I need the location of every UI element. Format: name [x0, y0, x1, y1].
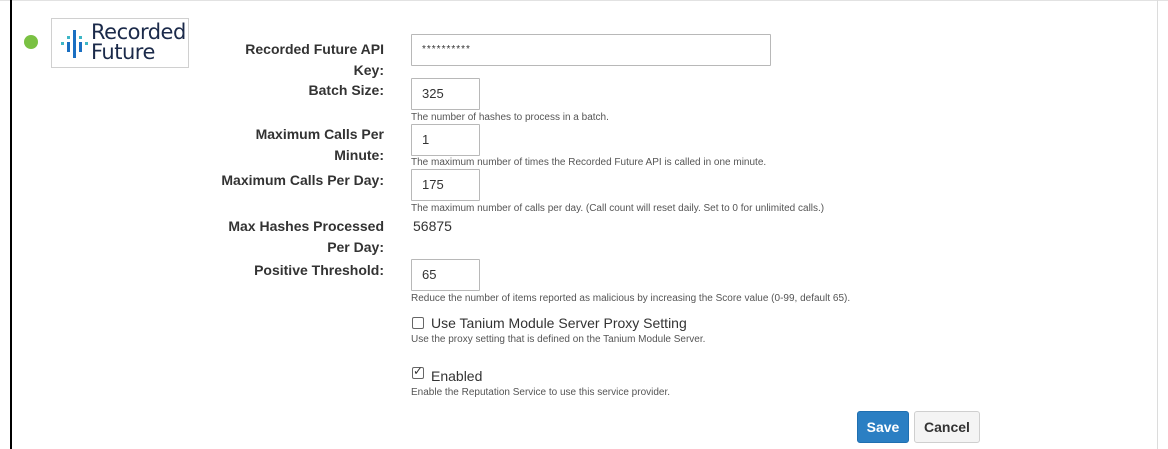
positive-threshold-input[interactable]: 65 — [411, 259, 480, 291]
max-calls-day-label: Maximum Calls Per Day: — [221, 172, 384, 188]
batch-size-help: The number of hashes to process in a bat… — [411, 112, 609, 123]
max-calls-minute-input[interactable]: 1 — [411, 124, 480, 156]
proxy-help: Use the proxy setting that is defined on… — [411, 334, 706, 345]
max-calls-day-input[interactable]: 175 — [411, 169, 480, 201]
enabled-checkbox[interactable]: ✓ — [412, 364, 424, 379]
right-border — [1157, 0, 1158, 449]
proxy-checkbox-label[interactable]: Use Tanium Module Server Proxy Setting — [431, 315, 687, 331]
proxy-checkbox[interactable] — [412, 317, 424, 329]
recorded-future-logo-icon — [61, 30, 88, 58]
save-button[interactable]: Save — [857, 411, 909, 443]
cancel-button[interactable]: Cancel — [914, 411, 980, 443]
api-key-label: Recorded Future API Key: — [245, 41, 384, 78]
max-calls-day-help: The maximum number of calls per day. (Ca… — [411, 203, 825, 214]
max-calls-minute-label: Maximum Calls Per Minute: — [255, 126, 384, 163]
logo-text-line1: Recorded — [91, 20, 186, 44]
api-key-input[interactable]: ********** — [411, 34, 771, 66]
max-hashes-label: Max Hashes Processed Per Day: — [228, 218, 384, 255]
enabled-help: Enable the Reputation Service to use thi… — [411, 387, 671, 398]
recorded-future-logo: Recorded Future — [51, 18, 189, 68]
batch-size-label: Batch Size: — [308, 82, 384, 98]
top-divider — [0, 0, 1168, 1]
enabled-checkbox-label[interactable]: Enabled — [431, 368, 482, 384]
positive-threshold-label: Positive Threshold: — [254, 262, 384, 278]
left-border — [10, 0, 12, 449]
logo-text: Recorded Future — [91, 20, 186, 64]
max-hashes-value: 56875 — [413, 218, 452, 234]
status-dot-icon — [24, 35, 38, 49]
max-calls-minute-help: The maximum number of times the Recorded… — [411, 157, 767, 168]
positive-threshold-help: Reduce the number of items reported as m… — [411, 293, 851, 304]
batch-size-input[interactable]: 325 — [411, 78, 480, 110]
logo-text-line2: Future — [91, 40, 155, 64]
check-mark-icon: ✓ — [413, 364, 424, 378]
